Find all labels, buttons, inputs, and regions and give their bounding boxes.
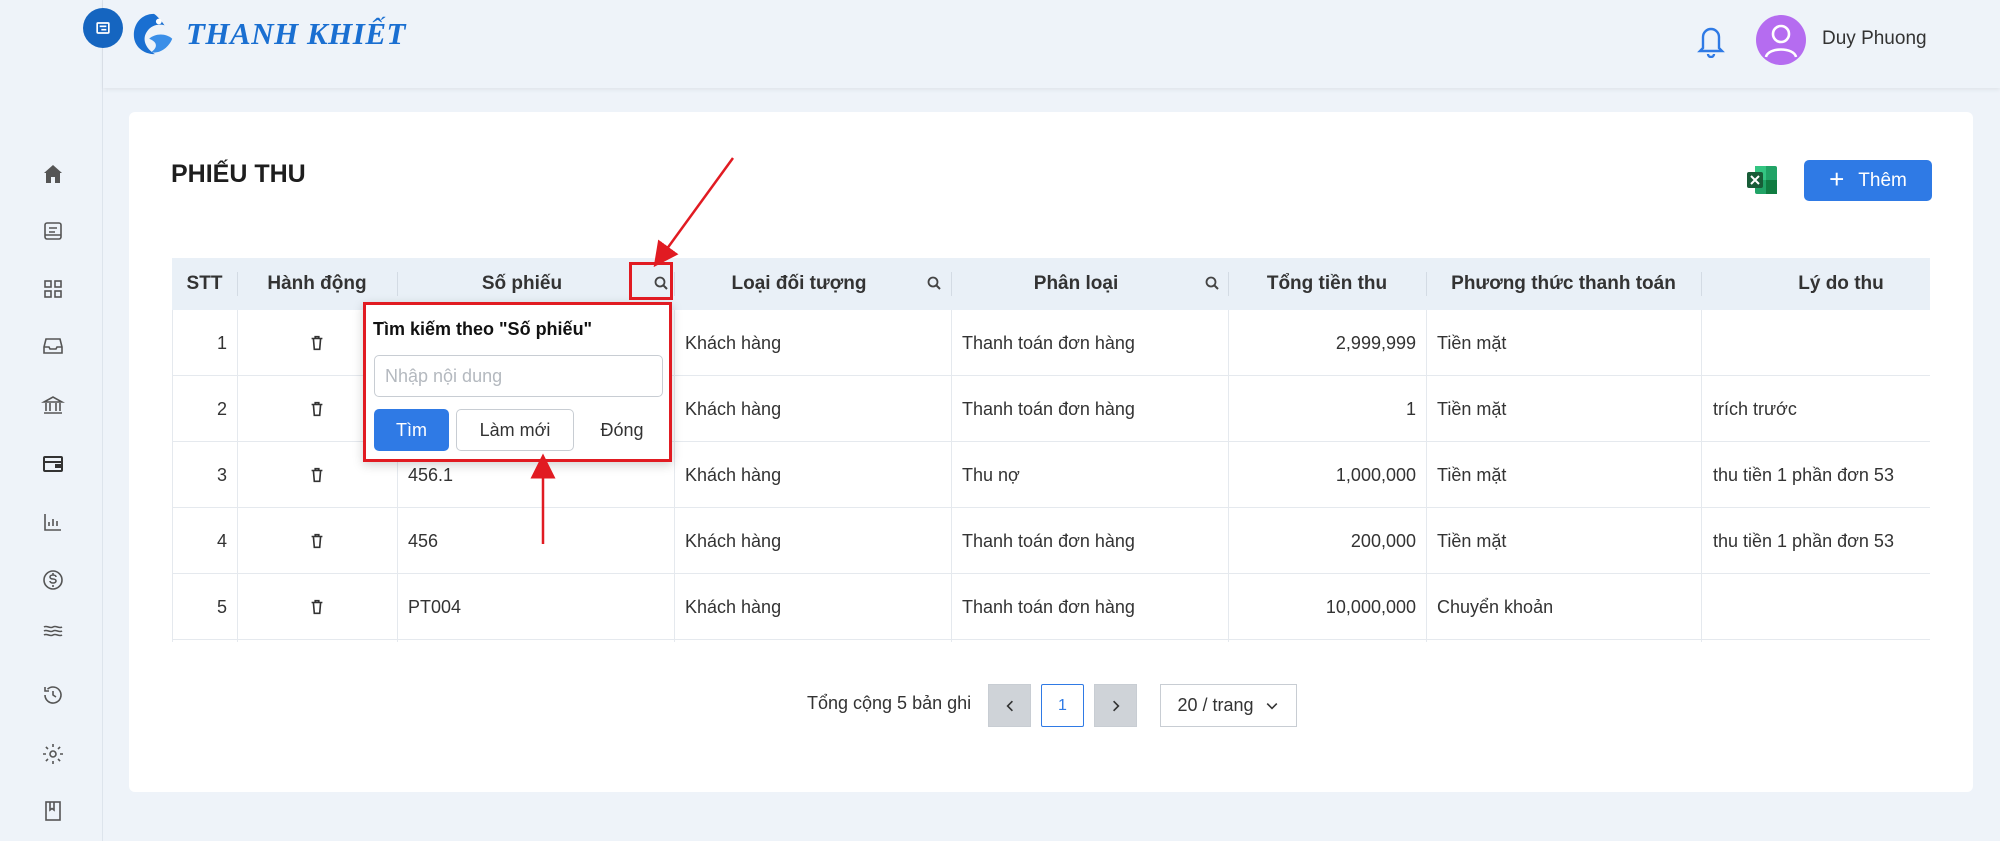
sidebar — [0, 0, 103, 841]
next-page-button[interactable] — [1094, 684, 1137, 727]
table-row: 5 PT004 Khách hàng Thanh toán đơn hàng 1… — [172, 574, 1930, 640]
cell-stt: 3 — [216, 464, 227, 485]
trash-icon — [311, 467, 323, 483]
cell-total: 2,999,999 — [1335, 332, 1416, 353]
logo-wave-icon — [133, 13, 173, 55]
annotation-highlight-box — [629, 262, 673, 300]
dollar-icon[interactable] — [38, 565, 68, 595]
find-button[interactable]: Tìm — [374, 409, 449, 451]
trash-icon — [311, 533, 323, 549]
cell-method: Tiền mặt — [1437, 530, 1507, 551]
trash-icon — [311, 335, 323, 351]
search-icon[interactable] — [925, 274, 945, 294]
search-icon[interactable] — [1203, 274, 1223, 294]
wallet-icon[interactable] — [38, 449, 68, 479]
user-icon — [1764, 24, 1798, 58]
cell-stt: 4 — [216, 530, 227, 551]
col-method: Phương thức thanh toán — [1451, 273, 1676, 294]
trash-icon — [311, 401, 323, 417]
receipt-icon[interactable] — [38, 216, 68, 246]
cell-object-type: Khách hàng — [685, 398, 782, 419]
page-1-button[interactable]: 1 — [1041, 684, 1084, 727]
col-reason: Lý do thu — [1798, 273, 1884, 294]
brand-name: THANH KHIẾT — [186, 16, 406, 51]
page-size-value: 20 / trang — [1177, 695, 1254, 715]
book-icon[interactable] — [38, 796, 68, 826]
delete-button[interactable] — [237, 508, 397, 574]
col-category: Phân loại — [1033, 273, 1119, 294]
cell-category: Thanh toán đơn hàng — [962, 596, 1135, 617]
notification-bell-icon[interactable] — [1695, 22, 1727, 59]
search-input[interactable] — [374, 355, 663, 397]
chevron-down-icon — [1266, 702, 1277, 710]
brand-logo: THANH KHIẾT — [130, 10, 406, 58]
cell-method: Tiền mặt — [1437, 464, 1507, 485]
cell-object-type: Khách hàng — [685, 596, 782, 617]
reset-button[interactable]: Làm mới — [456, 409, 574, 451]
cell-total: 10,000,000 — [1325, 596, 1416, 617]
cell-stt: 1 — [216, 332, 227, 353]
delete-button[interactable] — [237, 574, 397, 640]
bank-icon[interactable] — [38, 390, 68, 420]
history-icon[interactable] — [38, 680, 68, 710]
cell-method: Chuyển khoản — [1437, 596, 1554, 617]
cell-total: 1,000,000 — [1335, 464, 1416, 485]
cell-method: Tiền mặt — [1437, 332, 1507, 353]
menu-toggle-button[interactable] — [83, 8, 123, 48]
grid-icon[interactable] — [38, 274, 68, 304]
cell-category: Thanh toán đơn hàng — [962, 332, 1135, 353]
trash-icon — [311, 599, 323, 615]
page-title: PHIẾU THU — [171, 160, 306, 188]
search-popup: Tìm kiếm theo "Số phiếu" Tìm Làm mới Đón… — [363, 302, 672, 462]
plus-icon: + — [1829, 164, 1845, 194]
add-button[interactable]: + Thêm — [1804, 160, 1932, 201]
chevron-left-icon — [1005, 700, 1013, 711]
chevron-right-icon — [1112, 700, 1120, 711]
cell-category: Thu nợ — [962, 464, 1020, 485]
cell-reason: trích trước — [1713, 398, 1797, 419]
cell-method: Tiền mặt — [1437, 398, 1507, 419]
prev-page-button[interactable] — [988, 684, 1031, 727]
export-excel-button[interactable] — [1745, 163, 1779, 197]
add-button-label: Thêm — [1858, 169, 1907, 191]
bar-chart-icon[interactable] — [38, 507, 68, 537]
cell-stt: 5 — [216, 596, 227, 617]
user-name[interactable]: Duy Phuong — [1822, 28, 1927, 50]
cell-code: 456 — [408, 530, 439, 551]
close-button[interactable]: Đóng — [581, 409, 663, 451]
waves-icon[interactable] — [38, 616, 68, 646]
col-stt: STT — [186, 273, 223, 294]
cell-reason: thu tiền 1 phần đơn 53 — [1713, 530, 1894, 551]
cell-reason: thu tiền 1 phần đơn 53 — [1713, 464, 1894, 485]
cell-object-type: Khách hàng — [685, 464, 782, 485]
cell-object-type: Khách hàng — [685, 332, 782, 353]
cell-category: Thanh toán đơn hàng — [962, 398, 1135, 419]
user-avatar[interactable] — [1756, 15, 1806, 65]
home-icon[interactable] — [38, 159, 68, 189]
top-header: THANH KHIẾT Duy Phuong — [83, 0, 2000, 88]
excel-icon — [1747, 166, 1777, 194]
table-row: 4 456 Khách hàng Thanh toán đơn hàng 200… — [172, 508, 1930, 574]
cell-category: Thanh toán đơn hàng — [962, 530, 1135, 551]
inbox-icon[interactable] — [38, 331, 68, 361]
cell-total: 200,000 — [1350, 530, 1416, 551]
col-total: Tổng tiền thu — [1266, 273, 1388, 294]
col-object-type: Loại đối tượng — [731, 273, 867, 294]
cell-stt: 2 — [216, 398, 227, 419]
cell-object-type: Khách hàng — [685, 530, 782, 551]
cell-total: 1 — [1405, 398, 1416, 419]
gear-icon[interactable] — [38, 739, 68, 769]
cell-code: PT004 — [408, 596, 462, 617]
page-size-select[interactable]: 20 / trang — [1160, 684, 1297, 727]
search-popup-title: Tìm kiếm theo "Số phiếu" — [373, 319, 593, 339]
pagination-total: Tổng cộng 5 bản ghi — [807, 693, 972, 713]
